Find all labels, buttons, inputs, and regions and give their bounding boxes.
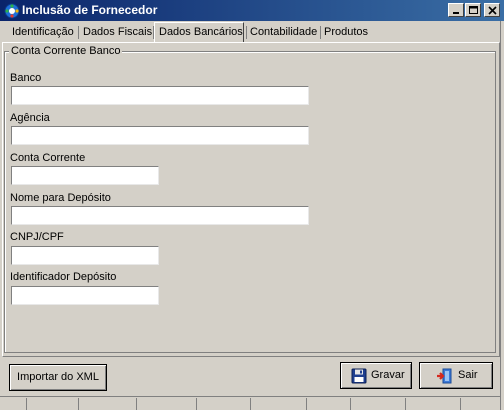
close-icon	[488, 6, 497, 15]
app-icon	[4, 3, 20, 19]
identificador-deposito-label: Identificador Depósito	[10, 271, 117, 283]
status-separator	[350, 398, 351, 410]
window-right-edge	[500, 21, 504, 410]
tab-identificacao[interactable]: Identificação	[12, 25, 74, 40]
status-separator	[78, 398, 79, 410]
status-separator	[306, 398, 307, 410]
group-title: Conta Corrente Banco	[9, 44, 123, 58]
exit-button[interactable]: Sair	[419, 362, 493, 389]
identificador-deposito-input[interactable]	[11, 286, 159, 305]
tab-dados-fiscais[interactable]: Dados Fiscais	[83, 25, 152, 40]
maximize-icon	[469, 6, 478, 14]
minimize-icon	[453, 12, 459, 14]
conta-corrente-label: Conta Corrente	[10, 152, 86, 164]
exit-door-icon	[437, 368, 452, 384]
status-separator	[26, 398, 27, 410]
cnpj-cpf-label: CNPJ/CPF	[10, 231, 64, 243]
status-separator	[250, 398, 251, 410]
status-separator	[196, 398, 197, 410]
tab-produtos[interactable]: Produtos	[324, 25, 368, 40]
close-button[interactable]	[484, 3, 500, 17]
tab-separator	[153, 26, 154, 39]
status-separator	[136, 398, 137, 410]
conta-corrente-input[interactable]	[11, 166, 159, 185]
save-button[interactable]: Gravar	[340, 362, 412, 389]
agencia-input[interactable]	[11, 126, 309, 145]
tab-separator	[78, 26, 79, 39]
nome-deposito-input[interactable]	[11, 206, 309, 225]
minimize-button[interactable]	[448, 3, 464, 17]
nome-deposito-label: Nome para Depósito	[10, 192, 111, 204]
status-separator	[460, 398, 461, 410]
supplier-window: Inclusão de Fornecedor Identificação Dad…	[0, 0, 504, 410]
window-title: Inclusão de Fornecedor	[22, 3, 158, 17]
title-bar[interactable]: Inclusão de Fornecedor	[0, 0, 504, 21]
banco-input[interactable]	[11, 86, 309, 105]
maximize-button[interactable]	[465, 3, 481, 17]
import-xml-label: Importar do XML	[17, 371, 99, 383]
agencia-label: Agência	[10, 112, 50, 124]
status-separator	[405, 398, 406, 410]
tab-dados-bancarios[interactable]: Dados Bancários	[159, 25, 243, 40]
tab-separator	[246, 26, 247, 39]
import-xml-button[interactable]: Importar do XML	[9, 364, 107, 391]
tab-contabilidade[interactable]: Contabilidade	[250, 25, 317, 40]
exit-label: Sair	[458, 369, 478, 381]
tab-strip: Identificação Dados Fiscais Dados Bancár…	[0, 22, 504, 43]
status-bar	[0, 396, 504, 410]
banco-label: Banco	[10, 72, 42, 84]
floppy-disk-icon	[351, 368, 367, 384]
save-label: Gravar	[371, 369, 405, 381]
tab-separator	[320, 26, 321, 39]
cnpj-cpf-input[interactable]	[11, 246, 159, 265]
